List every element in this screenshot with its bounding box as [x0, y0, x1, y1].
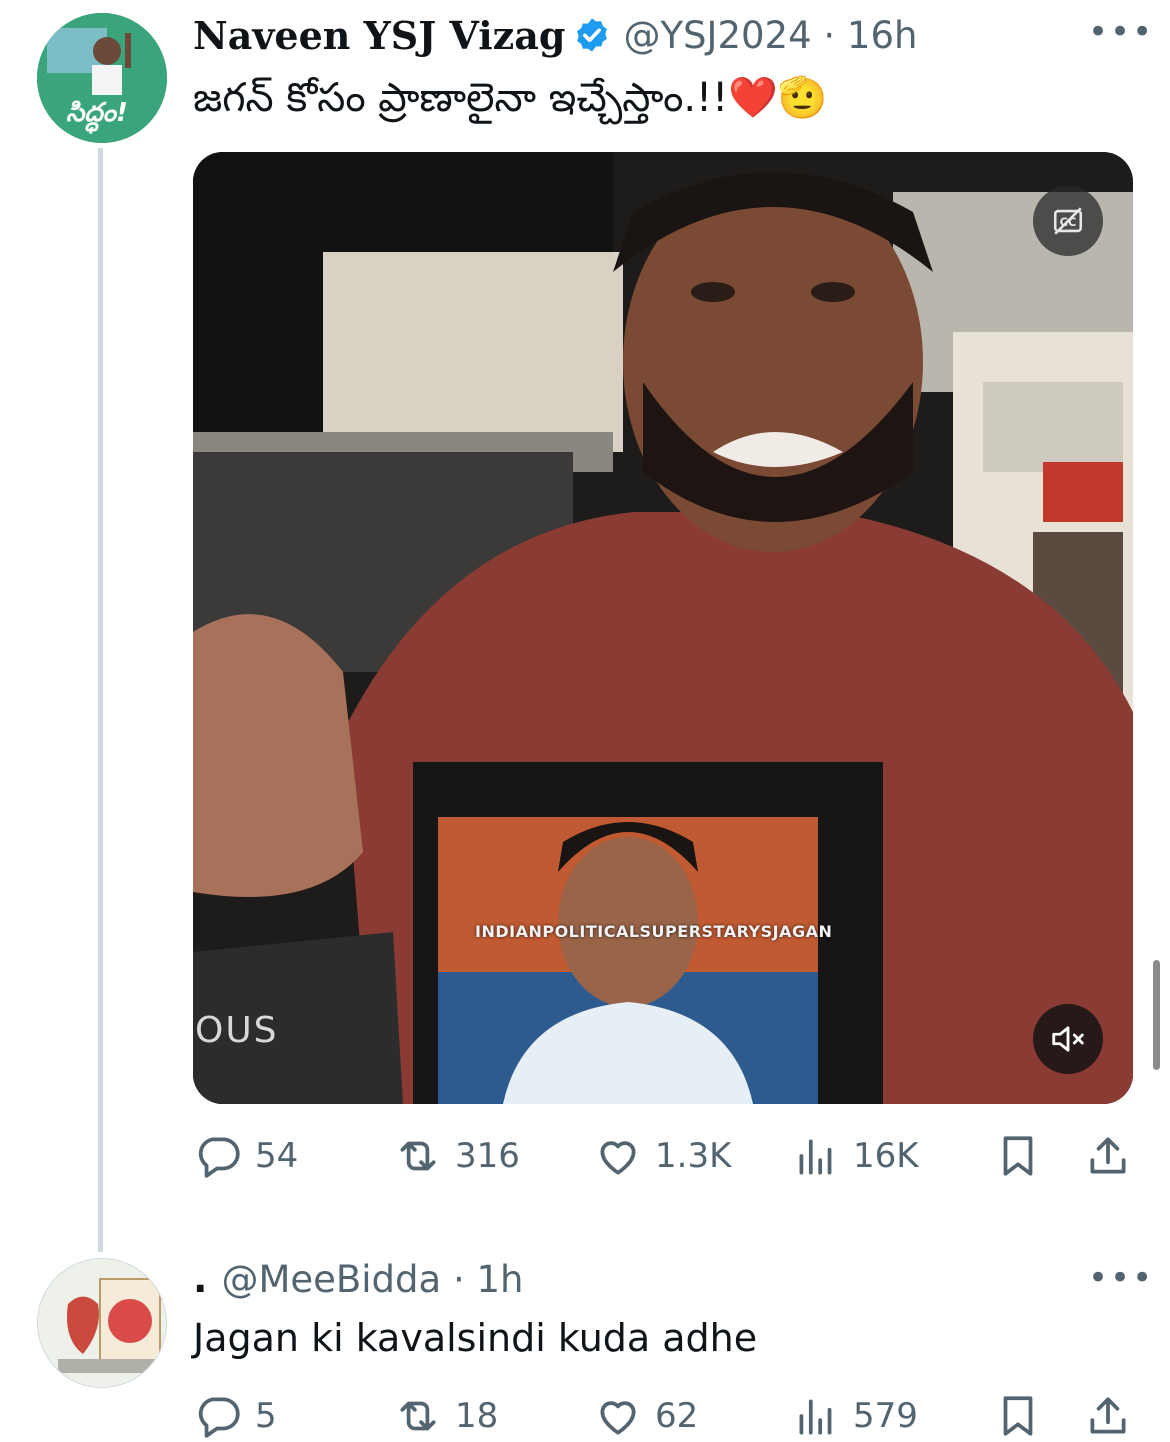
- reply-more-icon[interactable]: •••: [1088, 1258, 1154, 1298]
- tweet-time[interactable]: 16h: [847, 14, 918, 57]
- reply-like-count: 62: [655, 1396, 699, 1436]
- reply-header: . @MeeBidda · 1h: [193, 1254, 524, 1304]
- thread-connector-line: [98, 148, 103, 1252]
- views-icon: [799, 1139, 832, 1175]
- reply-text: Jagan ki kavalsindi kuda adhe: [193, 1316, 758, 1360]
- repost-icon: [400, 1401, 436, 1431]
- reply-count: 54: [255, 1136, 299, 1176]
- views-action[interactable]: 16K: [791, 1126, 919, 1186]
- bookmark-icon: [1003, 1396, 1033, 1436]
- share-action[interactable]: [1083, 1126, 1133, 1186]
- reply-author-avatar[interactable]: [37, 1258, 167, 1388]
- author-handle[interactable]: @YSJ2024: [623, 14, 811, 57]
- reply-bookmark-action[interactable]: [993, 1386, 1043, 1442]
- reply-handle[interactable]: @MeeBidda: [221, 1258, 441, 1301]
- reply-reply-action[interactable]: 5: [193, 1386, 277, 1442]
- tweet-header: Naveen YSJ Vizag @YSJ2024 · 16h: [193, 10, 917, 60]
- reply-icon: [198, 1397, 240, 1438]
- author-display-name[interactable]: Naveen YSJ Vizag: [193, 13, 565, 58]
- like-action[interactable]: 1.3K: [593, 1126, 731, 1186]
- tweet-video[interactable]: INDIANPOLITICALSUPERSTARYSJAGAN OUS CC: [193, 152, 1133, 1104]
- views-icon: [799, 1399, 832, 1435]
- video-watermark: INDIANPOLITICALSUPERSTARYSJAGAN: [475, 922, 833, 941]
- author-handle-and-time: @YSJ2024 · 16h: [623, 13, 918, 57]
- tweet-action-bar: 54 316 1.3K 16K: [193, 1126, 1133, 1186]
- reply-repost-action[interactable]: 18: [393, 1386, 498, 1442]
- reply-time[interactable]: 1h: [477, 1258, 524, 1301]
- shirt-print-text: OUS: [195, 1010, 279, 1051]
- reply-reply-count: 5: [255, 1396, 277, 1436]
- reply-action-bar: 5 18 62 579: [193, 1386, 1133, 1442]
- mute-icon: [1052, 1026, 1084, 1052]
- tweet-text: జగన్ కోసం ప్రాణాలైనా ఇచ్చేస్తాం.!!❤️🫡: [193, 75, 828, 121]
- reply-display-name[interactable]: .: [193, 1257, 207, 1301]
- mute-button[interactable]: [1033, 1004, 1103, 1074]
- views-count: 16K: [853, 1136, 919, 1176]
- reply-views-count: 579: [853, 1396, 918, 1436]
- like-count: 1.3K: [655, 1136, 732, 1176]
- author-avatar[interactable]: సిద్ధం!: [37, 13, 167, 143]
- bookmark-action[interactable]: [993, 1126, 1043, 1186]
- bookmark-icon: [1003, 1136, 1033, 1176]
- like-icon: [600, 1141, 636, 1175]
- video-frame: [193, 152, 1133, 1104]
- reply-handle-and-time: @MeeBidda · 1h: [221, 1257, 524, 1301]
- reply-avatar-image: [38, 1259, 166, 1387]
- captions-button[interactable]: CC: [1033, 186, 1103, 256]
- repost-count: 316: [455, 1136, 520, 1176]
- verified-badge-icon: [577, 18, 608, 52]
- more-icon[interactable]: •••: [1088, 12, 1154, 52]
- reply-action[interactable]: 54: [193, 1126, 298, 1186]
- share-icon: [1090, 1137, 1126, 1174]
- share-icon: [1090, 1397, 1126, 1434]
- captions-icon: CC: [1053, 207, 1083, 235]
- like-icon: [600, 1401, 636, 1435]
- reply-share-action[interactable]: [1083, 1386, 1133, 1442]
- reply-icon: [198, 1137, 240, 1178]
- scrollbar-thumb[interactable]: [1153, 960, 1160, 1070]
- reply-like-action[interactable]: 62: [593, 1386, 698, 1442]
- reply-repost-count: 18: [455, 1396, 499, 1436]
- avatar-image: సిద్ధం!: [37, 13, 167, 143]
- repost-icon: [400, 1141, 436, 1171]
- repost-action[interactable]: 316: [393, 1126, 520, 1186]
- reply-views-action[interactable]: 579: [791, 1386, 918, 1442]
